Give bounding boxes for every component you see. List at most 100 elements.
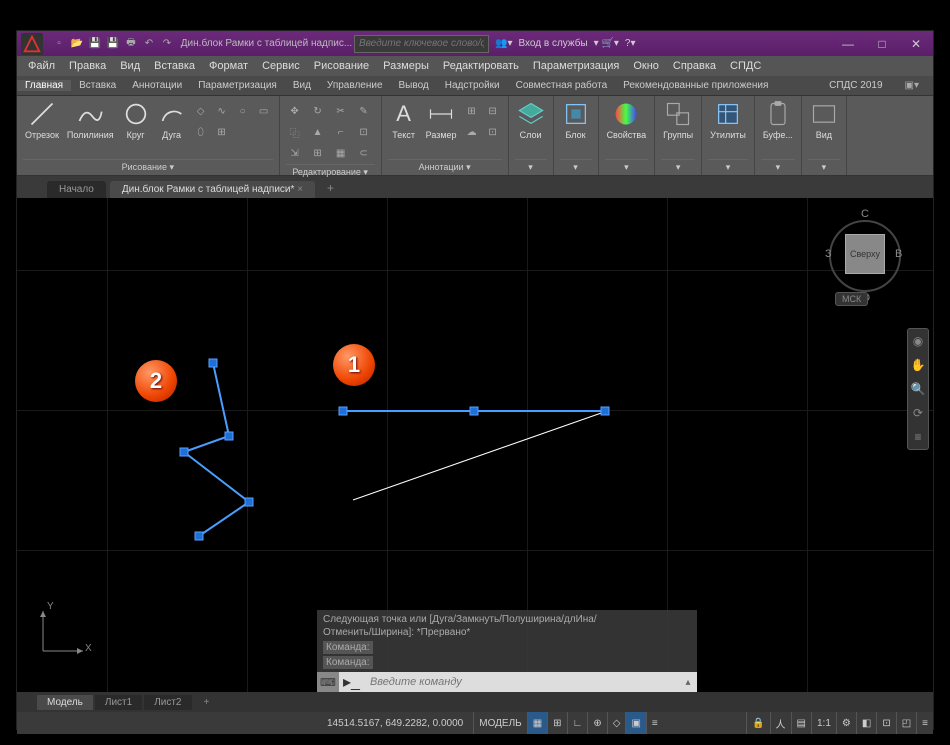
panel-view-arrow[interactable]: ▾ — [808, 159, 840, 175]
menu-spds[interactable]: СПДС — [723, 60, 768, 72]
tool-view[interactable]: Вид — [808, 98, 840, 142]
panel-draw-label[interactable]: Рисование ▾ — [23, 159, 273, 175]
tab-featured[interactable]: Рекомендованные приложения — [615, 80, 776, 91]
mod-copy[interactable]: ⿻ — [286, 123, 304, 141]
menu-help[interactable]: Справка — [666, 60, 723, 72]
mod-array[interactable]: ▦ — [332, 144, 350, 162]
tool-props[interactable]: Свойства — [605, 98, 649, 142]
tool-text[interactable]: AТекст — [388, 98, 420, 142]
mod-move[interactable]: ✥ — [286, 102, 304, 120]
polyline-2[interactable] — [184, 363, 249, 536]
nav-pan-icon[interactable]: ✋ — [908, 353, 928, 377]
tool-dim[interactable]: Размер — [424, 98, 459, 142]
menu-draw[interactable]: Рисование — [307, 60, 376, 72]
draw-small-4[interactable]: ▭ — [255, 102, 273, 120]
status-iso-icon[interactable]: ◇ — [607, 712, 626, 734]
layout-model[interactable]: Модель — [37, 695, 93, 710]
tab-addins[interactable]: Надстройки — [437, 80, 508, 91]
qat-save-icon[interactable]: 💾 — [87, 36, 103, 52]
status-lwt-icon[interactable]: ≡ — [646, 712, 663, 734]
status-osnap-icon[interactable]: ▣ — [625, 712, 645, 734]
grip[interactable] — [209, 359, 218, 368]
grip[interactable] — [601, 407, 610, 416]
mod-scale[interactable]: ⊞ — [309, 144, 327, 162]
tool-arc[interactable]: Дуга — [156, 98, 188, 142]
qat-open-icon[interactable]: 📂 — [69, 36, 85, 52]
tool-line[interactable]: Отрезок — [23, 98, 61, 142]
draw-small-2[interactable]: ∿ — [213, 102, 231, 120]
panel-block-arrow[interactable]: ▾ — [560, 159, 592, 175]
grip[interactable] — [225, 432, 234, 441]
help-icon[interactable]: ?▾ — [625, 38, 636, 49]
tab-view[interactable]: Вид — [285, 80, 319, 91]
mod-erase[interactable]: ✎ — [355, 102, 373, 120]
tool-clip[interactable]: Буфе... — [761, 98, 795, 142]
panel-props-arrow[interactable]: ▾ — [605, 159, 649, 175]
layout-add[interactable]: + — [194, 695, 220, 710]
cmd-icon[interactable]: ⌨ — [317, 672, 339, 692]
menu-format[interactable]: Формат — [202, 60, 255, 72]
tab-annot[interactable]: Аннотации — [124, 80, 190, 91]
annot-4[interactable]: ⊡ — [484, 123, 502, 141]
tab-current[interactable]: Дин.блок Рамки с таблицей надписи* × — [110, 181, 315, 198]
status-a3-icon[interactable]: ▤ — [791, 712, 811, 734]
status-scale[interactable]: 1:1 — [811, 712, 836, 734]
draw-small-6[interactable]: ⊞ — [213, 123, 231, 141]
app-logo[interactable] — [21, 33, 43, 55]
status-grid-icon[interactable]: ▦ — [527, 712, 547, 734]
annot-3[interactable]: ☁ — [463, 123, 481, 141]
status-snap-icon[interactable]: ⊞ — [547, 712, 566, 734]
status-model[interactable]: МОДЕЛЬ — [473, 712, 526, 734]
draw-small-1[interactable]: ◇ — [192, 102, 210, 120]
mod-trim[interactable]: ✂ — [332, 102, 350, 120]
viewcube-top[interactable]: Сверху — [845, 234, 885, 274]
tab-insert[interactable]: Вставка — [71, 80, 124, 91]
status-b2-icon[interactable]: ⊡ — [876, 712, 895, 734]
tool-circle[interactable]: Круг — [120, 98, 152, 142]
qat-saveas-icon[interactable]: 💾 — [105, 36, 121, 52]
panel-groups-arrow[interactable]: ▾ — [661, 159, 695, 175]
panel-annot-label[interactable]: Аннотации ▾ — [388, 159, 502, 175]
draw-small-3[interactable]: ○ — [234, 102, 252, 120]
minimize-button[interactable]: — — [831, 31, 865, 56]
menu-dim[interactable]: Размеры — [376, 60, 436, 72]
grip[interactable] — [470, 407, 479, 416]
status-polar-icon[interactable]: ⊕ — [587, 712, 606, 734]
cmd-history-toggle[interactable]: ▴ — [679, 677, 697, 688]
drawing-canvas[interactable]: 1 2 Сверху С Ю В З МСК ◉ ✋ 🔍 ⟳ ≡ Y X Сле… — [17, 198, 933, 692]
viewcube[interactable]: Сверху С Ю В З МСК — [825, 206, 905, 306]
ucs-label[interactable]: МСК — [835, 292, 868, 306]
layout-2[interactable]: Лист2 — [144, 695, 191, 710]
grip[interactable] — [245, 498, 254, 507]
menu-insert[interactable]: Вставка — [147, 60, 202, 72]
tab-manage[interactable]: Управление — [319, 80, 391, 91]
tab-start[interactable]: Начало — [47, 181, 106, 198]
user-icon[interactable]: 👥▾ — [495, 38, 512, 49]
tab-close-icon[interactable]: × — [297, 184, 303, 195]
menu-service[interactable]: Сервис — [255, 60, 307, 72]
status-ortho-icon[interactable]: ∟ — [567, 712, 588, 734]
status-b1-icon[interactable]: ◧ — [856, 712, 876, 734]
menu-view[interactable]: Вид — [113, 60, 147, 72]
search-input[interactable] — [354, 35, 489, 53]
layout-1[interactable]: Лист1 — [95, 695, 142, 710]
qat-new-icon[interactable]: ▫ — [51, 36, 67, 52]
nav-zoom-icon[interactable]: 🔍 — [908, 377, 928, 401]
qat-redo-icon[interactable]: ↷ — [159, 36, 175, 52]
grip[interactable] — [339, 407, 348, 416]
menu-modify[interactable]: Редактировать — [436, 60, 526, 72]
maximize-button[interactable]: □ — [865, 31, 899, 56]
close-button[interactable]: ✕ — [899, 31, 933, 56]
qat-plot-icon[interactable]: 🖶 — [123, 36, 139, 52]
status-gear-icon[interactable]: ⚙ — [836, 712, 856, 734]
status-coords[interactable]: 14514.5167, 649.2282, 0.0000 — [317, 718, 473, 729]
mod-fillet[interactable]: ⌐ — [332, 123, 350, 141]
tool-block[interactable]: Блок — [560, 98, 592, 142]
mod-stretch[interactable]: ⇲ — [286, 144, 304, 162]
tool-utils[interactable]: Утилиты — [708, 98, 748, 142]
menu-window[interactable]: Окно — [626, 60, 666, 72]
menu-edit[interactable]: Правка — [62, 60, 113, 72]
tool-groups[interactable]: Группы — [661, 98, 695, 142]
draw-small-5[interactable]: ⬯ — [192, 123, 210, 141]
command-input[interactable] — [364, 676, 679, 688]
